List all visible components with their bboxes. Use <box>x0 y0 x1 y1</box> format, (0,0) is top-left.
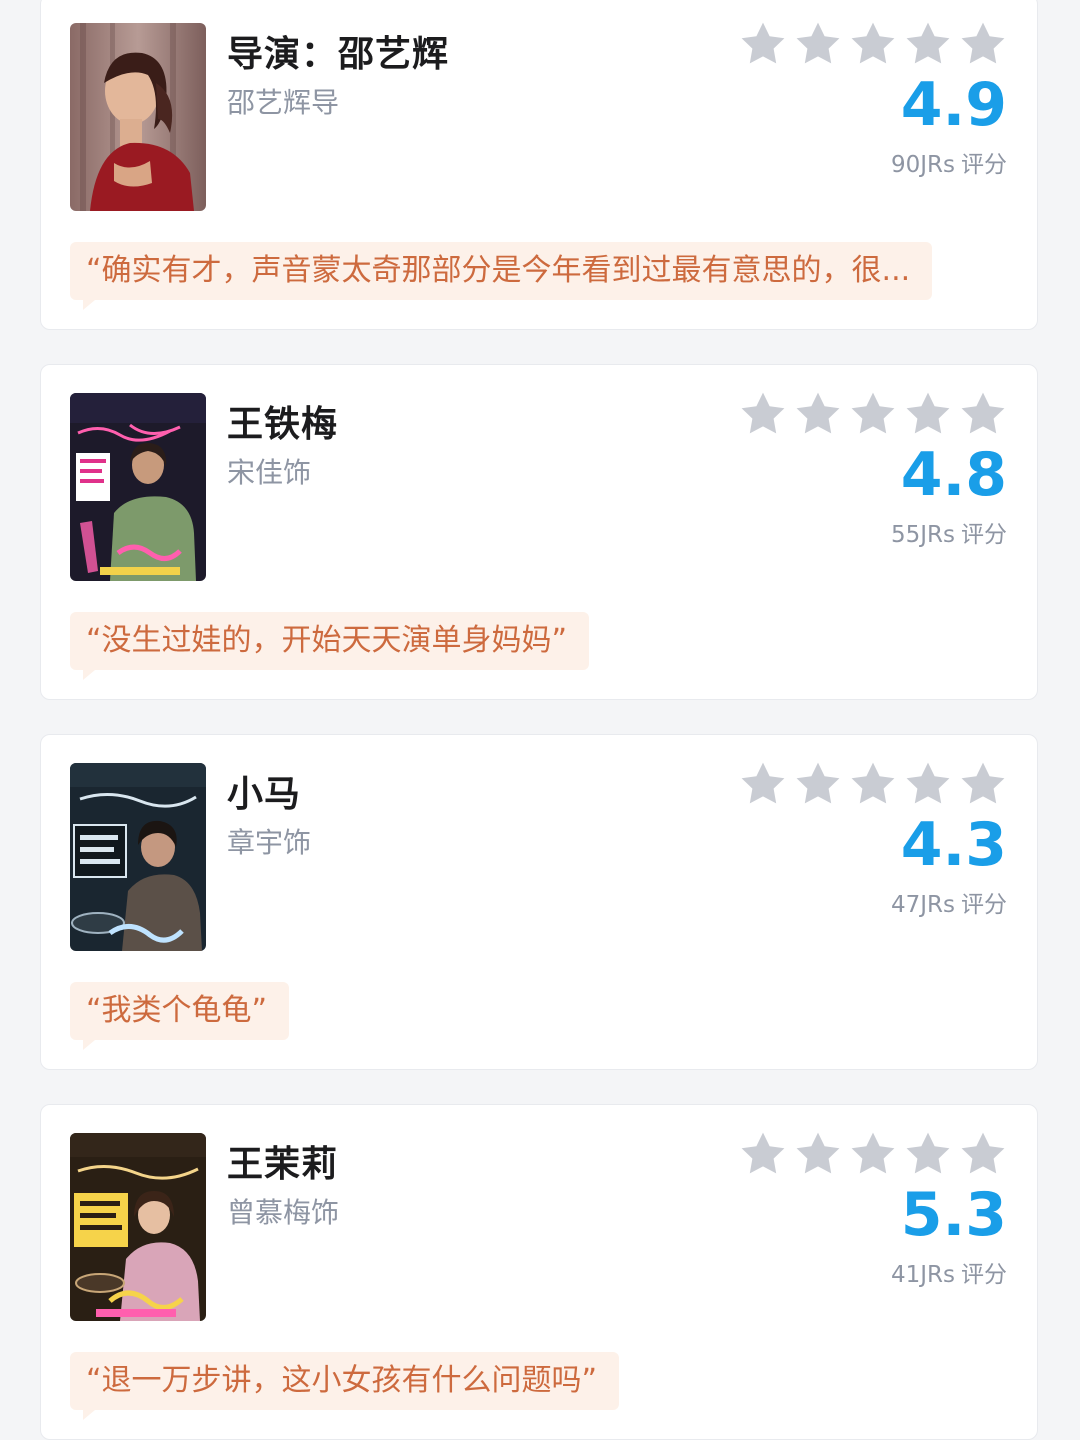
character-poster[interactable] <box>70 393 206 581</box>
top-comment[interactable]: “没生过娃的，开始天天演单身妈妈” <box>70 612 590 670</box>
star-icon[interactable] <box>959 1131 1007 1177</box>
card-title: 王茉莉 <box>227 1144 339 1185</box>
top-comment[interactable]: “我类个龟龟” <box>70 982 290 1040</box>
rating-count-value: 41JRs <box>890 1262 955 1288</box>
star-icon[interactable] <box>794 21 842 67</box>
rating-count-suffix: 评分 <box>961 522 1007 548</box>
character-poster-image <box>70 763 206 951</box>
star-icon[interactable] <box>739 761 787 807</box>
top-comment[interactable]: “确实有才，声音蒙太奇那部分是今年看到过最有意思的，很... <box>70 242 933 300</box>
star-icon[interactable] <box>904 1131 952 1177</box>
score-value: 4.3 <box>900 810 1007 880</box>
star-icon[interactable] <box>849 761 897 807</box>
rating-count: 90JRs 评分 <box>891 145 1007 179</box>
rating-count-suffix: 评分 <box>961 1262 1007 1288</box>
star-rating[interactable] <box>739 391 1007 437</box>
score-value: 4.8 <box>900 440 1007 510</box>
character-poster[interactable] <box>70 1133 206 1321</box>
comment-bubble-tail <box>83 670 103 680</box>
rating-count: 47JRs 评分 <box>891 885 1007 919</box>
comment-bubble-tail <box>83 300 103 310</box>
rating-card[interactable]: 王茉莉 曾慕梅饰 5.3 41JRs 评分 “退一万步讲，这小女孩有什么问题吗” <box>40 1104 1038 1440</box>
comment-bubble-tail <box>83 1410 103 1420</box>
character-poster-image <box>70 393 206 581</box>
rating-count-value: 47JRs <box>890 892 955 918</box>
rating-count: 41JRs 评分 <box>891 1255 1007 1289</box>
rating-card[interactable]: 小马 章宇饰 4.3 47JRs 评分 “我类个龟龟” <box>40 734 1038 1070</box>
card-title: 小马 <box>227 774 302 815</box>
comment-bubble-tail <box>83 1040 103 1050</box>
rating-count: 55JRs 评分 <box>891 515 1007 549</box>
star-icon[interactable] <box>739 1131 787 1177</box>
score-value: 4.9 <box>900 70 1007 140</box>
rating-card[interactable]: 王铁梅 宋佳饰 4.8 55JRs 评分 “没生过娃的，开始天天演单身妈妈” <box>40 364 1038 700</box>
star-icon[interactable] <box>849 391 897 437</box>
star-rating[interactable] <box>739 21 1007 67</box>
character-poster-image <box>70 1133 206 1321</box>
card-subtitle: 章宇饰 <box>227 826 312 859</box>
star-icon[interactable] <box>794 1131 842 1177</box>
rating-count-value: 55JRs <box>890 522 955 548</box>
rating-count-suffix: 评分 <box>961 892 1007 918</box>
card-title: 王铁梅 <box>227 404 339 445</box>
rating-count-value: 90JRs <box>890 152 955 178</box>
star-icon[interactable] <box>904 391 952 437</box>
card-title: 导演：邵艺辉 <box>227 34 450 75</box>
top-comment[interactable]: “退一万步讲，这小女孩有什么问题吗” <box>70 1352 620 1410</box>
card-subtitle: 邵艺辉导 <box>227 86 340 119</box>
character-poster[interactable] <box>70 763 206 951</box>
star-icon[interactable] <box>904 761 952 807</box>
star-icon[interactable] <box>739 21 787 67</box>
rating-count-suffix: 评分 <box>961 152 1007 178</box>
star-rating[interactable] <box>739 761 1007 807</box>
director-photo[interactable] <box>70 23 206 211</box>
card-subtitle: 宋佳饰 <box>227 456 312 489</box>
star-icon[interactable] <box>849 1131 897 1177</box>
star-rating[interactable] <box>739 1131 1007 1177</box>
card-subtitle: 曾慕梅饰 <box>227 1196 340 1229</box>
score-value: 5.3 <box>900 1180 1007 1250</box>
rating-card[interactable]: 导演：邵艺辉 邵艺辉导 4.9 90JRs 评分 “确实有才，声音蒙太奇那部分是今… <box>40 0 1038 330</box>
star-icon[interactable] <box>959 391 1007 437</box>
star-icon[interactable] <box>959 21 1007 67</box>
rating-list: 导演：邵艺辉 邵艺辉导 4.9 90JRs 评分 “确实有才，声音蒙太奇那部分是今… <box>0 0 1080 1440</box>
star-icon[interactable] <box>794 391 842 437</box>
director-photo-image <box>70 23 206 211</box>
star-icon[interactable] <box>904 21 952 67</box>
star-icon[interactable] <box>739 391 787 437</box>
star-icon[interactable] <box>959 761 1007 807</box>
star-icon[interactable] <box>849 21 897 67</box>
star-icon[interactable] <box>794 761 842 807</box>
